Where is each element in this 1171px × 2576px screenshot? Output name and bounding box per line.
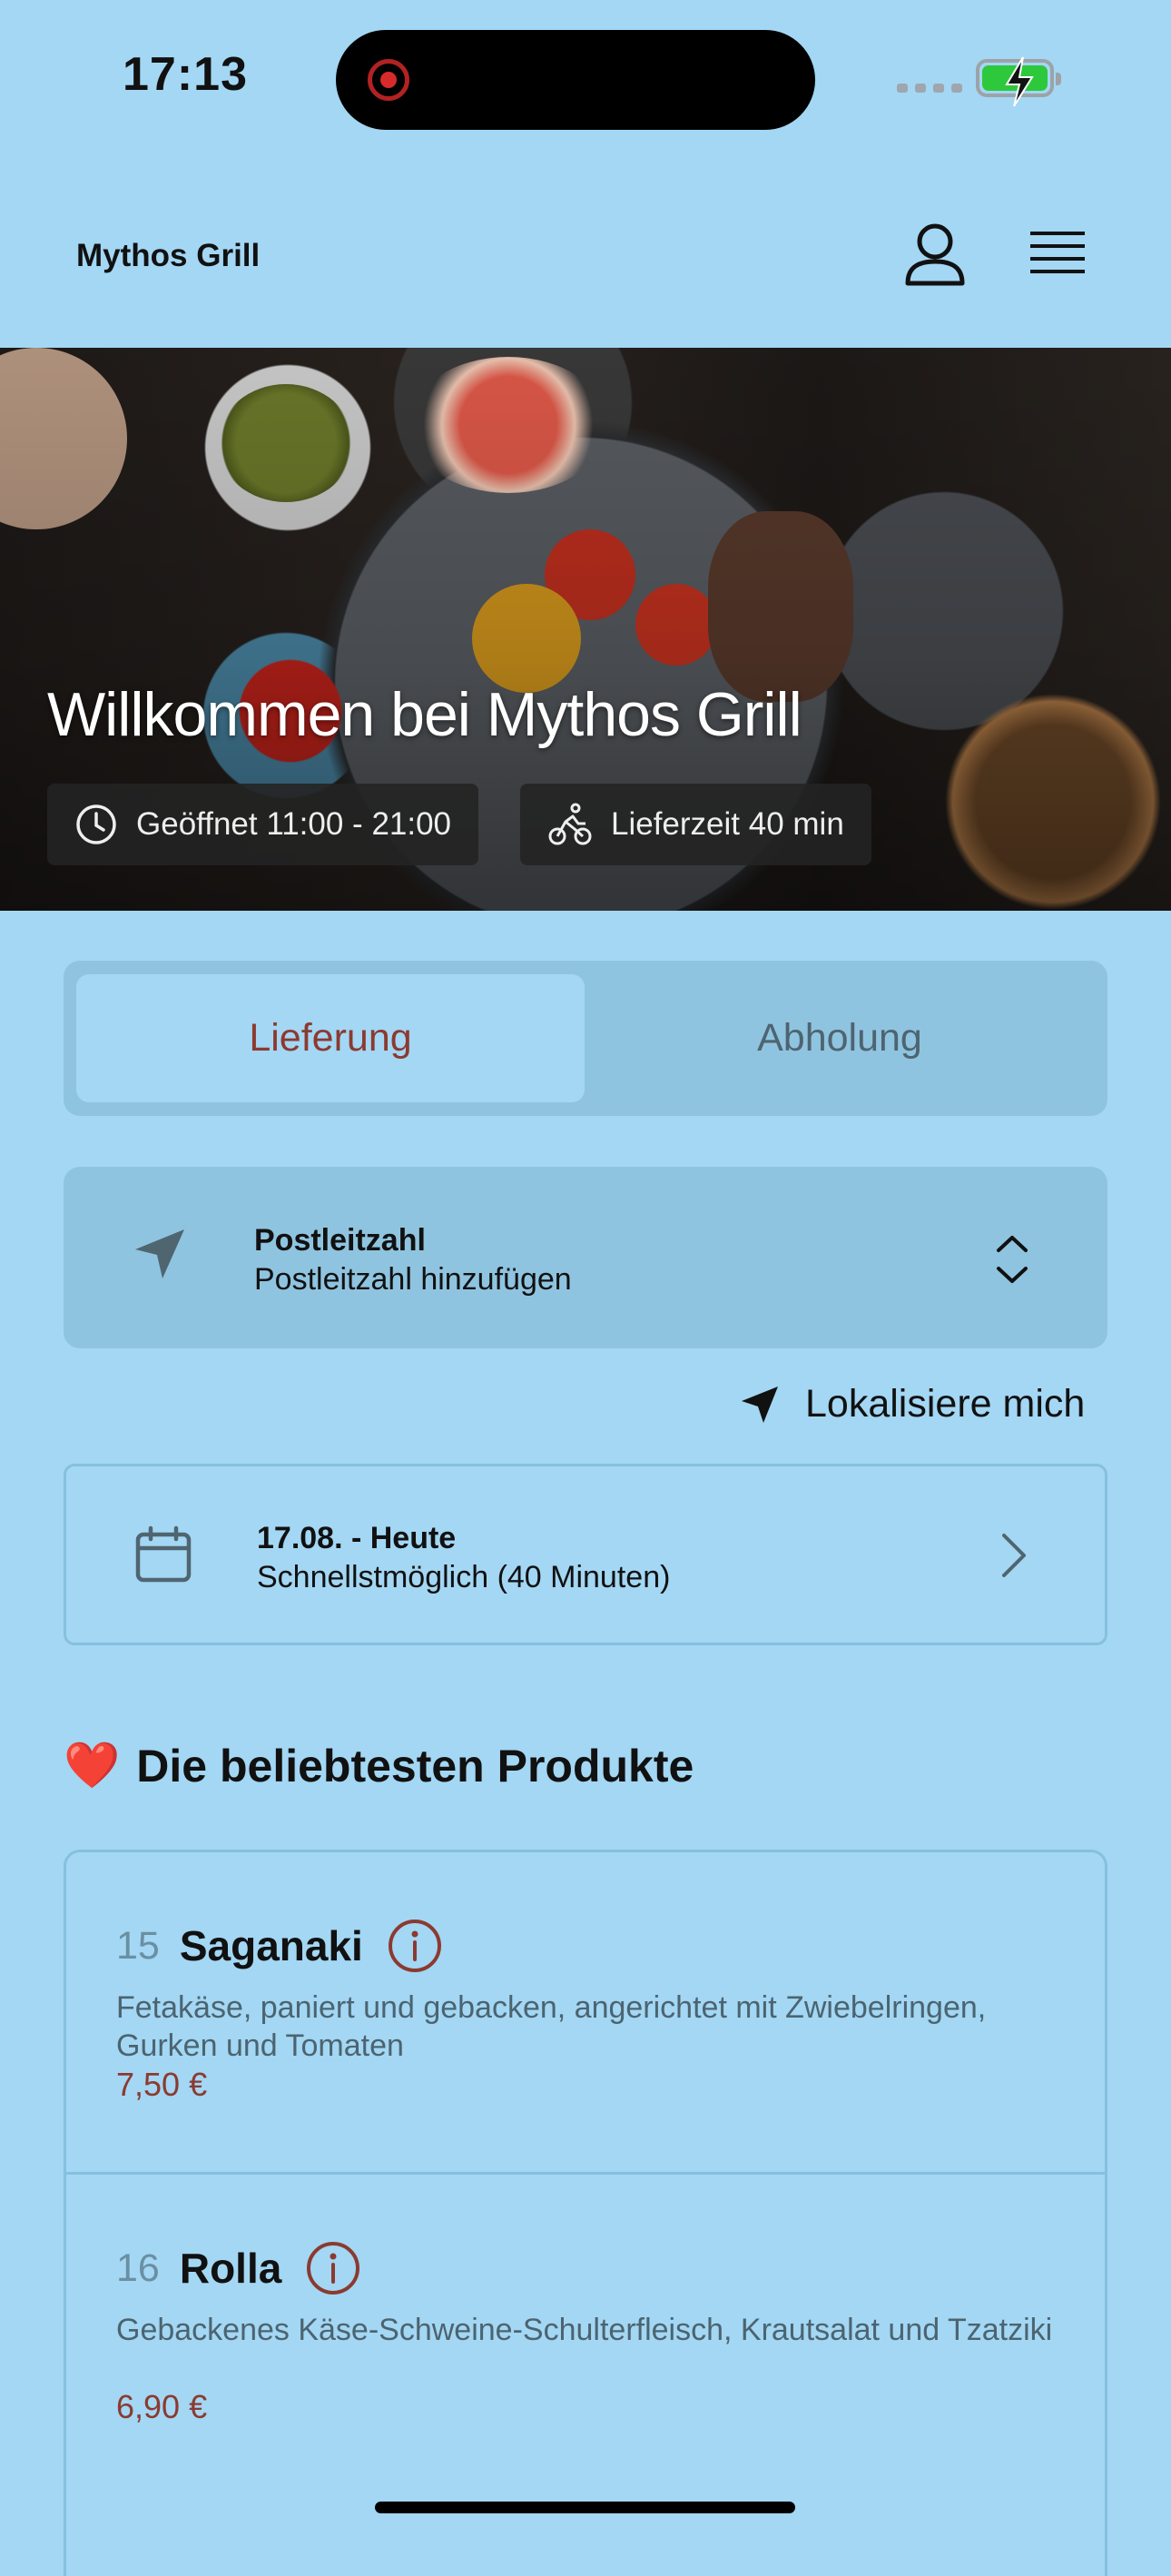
popular-products-heading: ❤️ Die beliebtesten Produkte (64, 1739, 694, 1792)
tab-pickup[interactable]: Abholung (586, 974, 1094, 1102)
user-icon (905, 223, 965, 286)
postcode-placeholder: Postleitzahl hinzufügen (254, 1262, 572, 1297)
locate-me-button[interactable]: Lokalisiere mich (740, 1382, 1085, 1426)
product-number: 15 (116, 1923, 160, 1968)
product-price: 7,50 € (116, 2066, 208, 2103)
info-icon[interactable] (305, 2240, 361, 2296)
delivery-time-selector[interactable]: 17.08. - Heute Schnellstmöglich (40 Minu… (64, 1464, 1107, 1645)
postcode-label: Postleitzahl (254, 1223, 426, 1258)
opening-hours-badge: Geöffnet 11:00 - 21:00 (47, 784, 479, 865)
delivery-date: 17.08. - Heute (257, 1521, 457, 1555)
clock-icon (76, 804, 116, 844)
hamburger-icon (1030, 232, 1085, 273)
delivery-time-text: Lieferzeit 40 min (611, 806, 844, 842)
delivery-time-badge: Lieferzeit 40 min (520, 784, 871, 865)
postcode-selector[interactable]: Postleitzahl Postleitzahl hinzufügen (64, 1167, 1107, 1348)
location-arrow-icon (135, 1229, 184, 1278)
chevron-right-icon (1002, 1534, 1026, 1577)
tab-delivery[interactable]: Lieferung (76, 974, 585, 1102)
chevron-up-down-icon (997, 1236, 1028, 1283)
menu-button[interactable] (1026, 222, 1089, 286)
product-card[interactable]: 15 Saganaki Fetakäse, paniert und geback… (64, 1852, 1107, 2170)
home-indicator[interactable] (375, 2502, 795, 2513)
location-arrow-icon (742, 1386, 778, 1423)
product-card[interactable]: 16 Rolla Gebackenes Käse-Schweine-Schult… (64, 2175, 1107, 2492)
heart-icon: ❤️ (64, 1740, 121, 1791)
account-button[interactable] (899, 218, 971, 291)
delivery-time-option: Schnellstmöglich (40 Minuten) (257, 1560, 671, 1594)
product-description: Fetakäse, paniert und gebacken, angerich… (116, 1990, 987, 2063)
bicycle-courier-icon (548, 803, 592, 845)
product-description: Gebackenes Käse-Schweine-Schulterfleisch… (116, 2313, 1053, 2347)
product-price: 6,90 € (116, 2388, 208, 2425)
hero-banner: Willkommen bei Mythos Grill Geöffnet 11:… (0, 348, 1171, 911)
info-icon[interactable] (387, 1918, 443, 1974)
dynamic-island (336, 30, 815, 130)
recording-indicator-icon (368, 59, 409, 101)
product-number: 16 (116, 2245, 160, 2290)
status-time: 17:13 (123, 48, 248, 101)
product-name: Saganaki (179, 1922, 363, 1969)
cellular-signal-icon (897, 84, 962, 93)
product-name: Rolla (179, 2245, 282, 2292)
order-mode-switch: Lieferung Abholung (64, 961, 1107, 1116)
calendar-icon (135, 1525, 192, 1583)
popular-products-title: Die beliebtesten Produkte (136, 1740, 694, 1791)
battery-charging-icon (976, 56, 1061, 107)
locate-me-label: Lokalisiere mich (805, 1382, 1086, 1426)
welcome-title: Willkommen bei Mythos Grill (47, 680, 802, 749)
opening-hours-text: Geöffnet 11:00 - 21:00 (136, 806, 452, 842)
app-title: Mythos Grill (76, 238, 261, 273)
